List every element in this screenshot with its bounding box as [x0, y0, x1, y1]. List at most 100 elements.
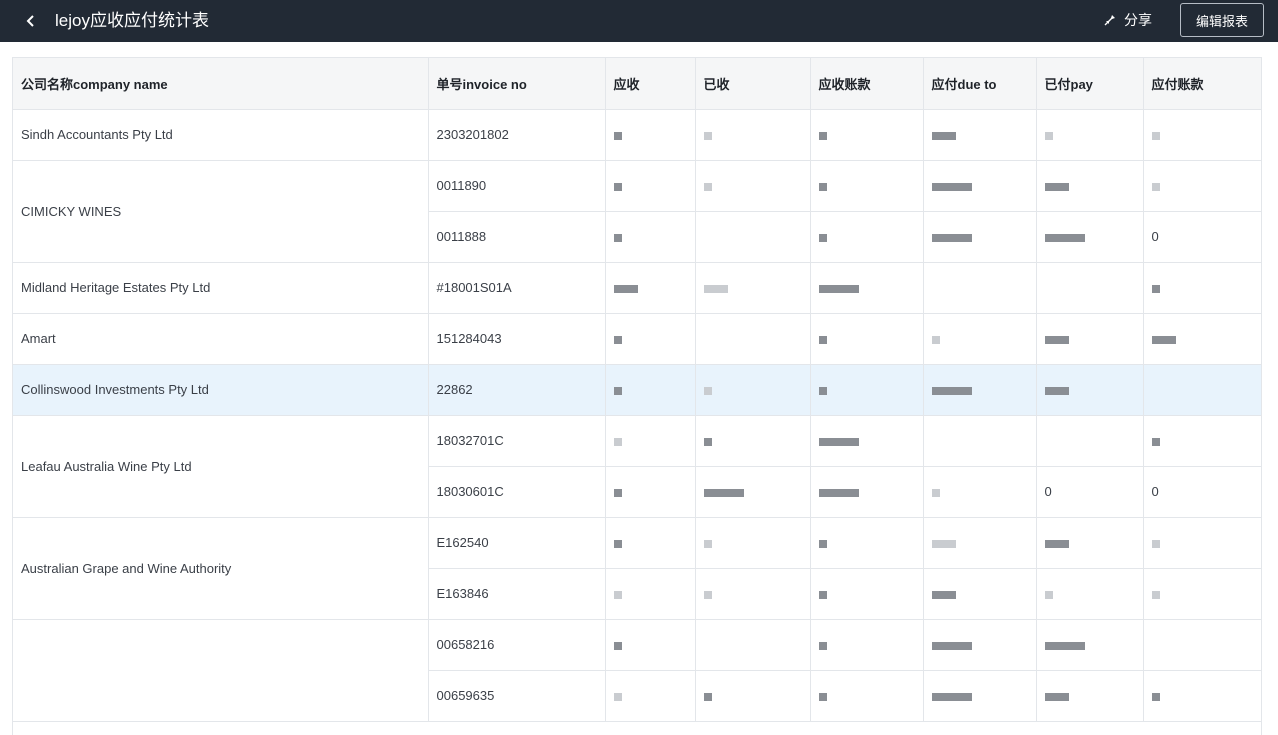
col-header-accounts-receivable[interactable]: 应收账款 — [810, 58, 924, 110]
redacted-cell — [1036, 517, 1144, 569]
chevron-left-icon — [26, 15, 34, 27]
share-button[interactable]: 分享 — [1104, 8, 1152, 32]
company-cell: Amart — [13, 313, 429, 365]
redacted-cell — [810, 109, 924, 161]
redacted-cell — [923, 568, 1037, 620]
redacted-cell — [605, 619, 696, 671]
invoice-cell: 18030601C — [428, 466, 606, 518]
col-header-receivable[interactable]: 应收 — [605, 58, 696, 110]
redacted-cell — [923, 313, 1037, 365]
redacted-cell — [605, 466, 696, 518]
redacted-cell — [1036, 109, 1144, 161]
invoice-cell: 00658216 — [428, 619, 606, 671]
invoice-cell: 0011888 — [428, 211, 606, 263]
top-bar: lejoy应收应付统计表 分享 编辑报表 — [0, 0, 1278, 42]
redacted-cell — [923, 160, 1037, 212]
redacted-cell — [695, 517, 811, 569]
redacted-cell — [605, 364, 696, 416]
redacted-cell — [695, 262, 811, 314]
redacted-cell — [1036, 568, 1144, 620]
back-button[interactable] — [20, 10, 42, 32]
empty-cell — [695, 313, 811, 365]
redacted-cell — [1143, 670, 1261, 722]
table-row[interactable]: Sindh Accountants Pty Ltd 2303201802 — [13, 109, 1261, 161]
redacted-cell — [1143, 415, 1261, 467]
redacted-cell — [810, 466, 924, 518]
col-header-due-to[interactable]: 应付due to — [923, 58, 1037, 110]
table-row[interactable]: Midland Heritage Estates Pty Ltd #18001S… — [13, 262, 1261, 314]
redacted-cell — [1143, 517, 1261, 569]
invoice-cell: 2303201802 — [428, 109, 606, 161]
table-row[interactable]: Australian Grape and Wine Authority E162… — [13, 517, 1261, 620]
redacted-cell — [695, 670, 811, 722]
redacted-cell — [605, 262, 696, 314]
redacted-cell — [695, 160, 811, 212]
redacted-cell — [695, 415, 811, 467]
redacted-cell — [1036, 619, 1144, 671]
redacted-cell — [1143, 160, 1261, 212]
invoice-cell: E162540 — [428, 517, 606, 569]
redacted-cell — [923, 466, 1037, 518]
invoice-cell: 18032701C — [428, 415, 606, 467]
value-cell: 0 — [1143, 211, 1261, 263]
redacted-cell — [605, 109, 696, 161]
redacted-cell — [810, 211, 924, 263]
value-cell: 0 — [1036, 466, 1144, 518]
redacted-cell — [1036, 670, 1144, 722]
invoice-cell: E163846 — [428, 568, 606, 620]
redacted-cell — [923, 619, 1037, 671]
redacted-cell — [810, 517, 924, 569]
redacted-cell — [605, 670, 696, 722]
redacted-cell — [923, 364, 1037, 416]
table-header-row: 公司名称company name 单号invoice no 应收 已收 应收账款… — [13, 58, 1261, 110]
redacted-cell — [810, 670, 924, 722]
redacted-cell — [923, 517, 1037, 569]
redacted-cell — [1036, 364, 1144, 416]
report-table-container: 公司名称company name 单号invoice no 应收 已收 应收账款… — [12, 57, 1262, 735]
redacted-cell — [810, 619, 924, 671]
redacted-cell — [1036, 211, 1144, 263]
empty-cell — [1143, 364, 1261, 416]
empty-cell — [1143, 619, 1261, 671]
invoice-cell: 0011890 — [428, 160, 606, 212]
table-row[interactable]: CIMICKY WINES 0011890 — [13, 160, 1261, 263]
redacted-cell — [695, 466, 811, 518]
company-cell: CIMICKY WINES — [13, 160, 429, 263]
redacted-cell — [605, 211, 696, 263]
col-header-received[interactable]: 已收 — [695, 58, 811, 110]
table-row[interactable]: Amart 151284043 — [13, 313, 1261, 365]
invoice-cell: 151284043 — [428, 313, 606, 365]
company-cell — [13, 619, 429, 722]
redacted-cell — [810, 160, 924, 212]
redacted-cell — [923, 670, 1037, 722]
redacted-cell — [1143, 568, 1261, 620]
redacted-cell — [695, 568, 811, 620]
redacted-cell — [695, 364, 811, 416]
redacted-cell — [810, 313, 924, 365]
invoice-cell: #18001S01A — [428, 262, 606, 314]
table-row[interactable]: 00658216 — [13, 619, 1261, 722]
value-cell: 0 — [1143, 466, 1261, 518]
edit-report-button[interactable]: 编辑报表 — [1180, 3, 1264, 37]
redacted-cell — [695, 109, 811, 161]
col-header-invoice[interactable]: 单号invoice no — [428, 58, 606, 110]
table-row[interactable]: Leafau Australia Wine Pty Ltd 18032701C — [13, 415, 1261, 518]
company-cell: Collinswood Investments Pty Ltd — [13, 364, 429, 416]
redacted-cell — [810, 364, 924, 416]
redacted-cell — [1143, 109, 1261, 161]
col-header-paid[interactable]: 已付pay — [1036, 58, 1144, 110]
col-header-accounts-payable[interactable]: 应付账款 — [1143, 58, 1261, 110]
redacted-cell — [923, 211, 1037, 263]
table-row-selected[interactable]: Collinswood Investments Pty Ltd 22862 — [13, 364, 1261, 416]
col-header-company[interactable]: 公司名称company name — [13, 58, 429, 110]
redacted-cell — [1036, 160, 1144, 212]
redacted-cell — [1036, 313, 1144, 365]
company-cell: Australian Grape and Wine Authority — [13, 517, 429, 620]
empty-cell — [923, 262, 1037, 314]
company-cell: Midland Heritage Estates Pty Ltd — [13, 262, 429, 314]
pin-icon — [1104, 15, 1115, 26]
invoice-cell: 22862 — [428, 364, 606, 416]
redacted-cell — [1143, 262, 1261, 314]
redacted-cell — [810, 415, 924, 467]
report-table: 公司名称company name 单号invoice no 应收 已收 应收账款… — [13, 58, 1261, 722]
